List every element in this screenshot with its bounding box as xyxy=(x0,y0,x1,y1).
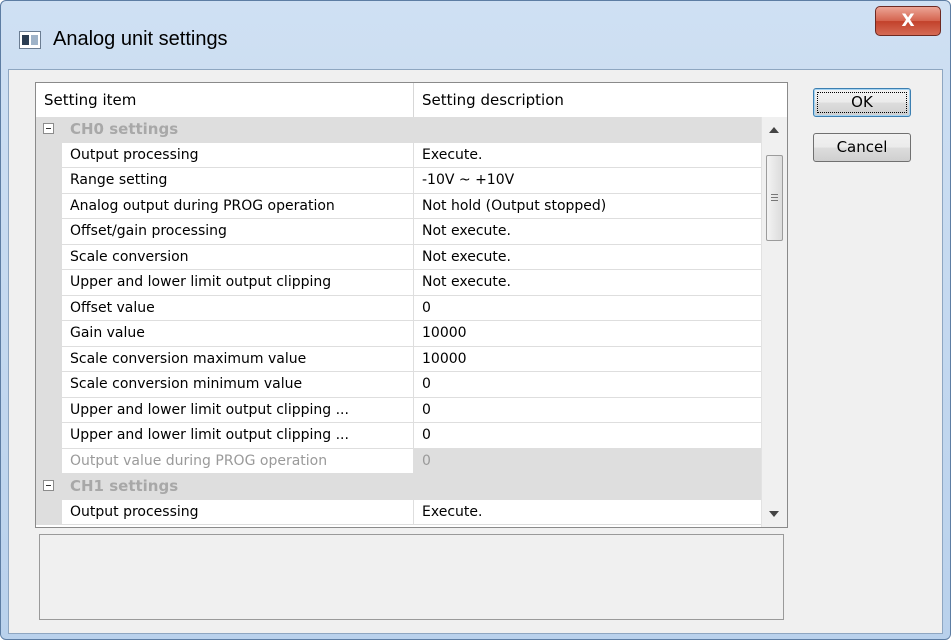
settings-grid: Setting item Setting description CH0 set… xyxy=(35,82,788,528)
title-bar[interactable]: Analog unit settings X xyxy=(1,1,950,71)
scroll-up-arrow-icon[interactable] xyxy=(769,127,779,133)
setting-item-value[interactable]: 0 xyxy=(422,427,431,443)
scroll-down-arrow-icon[interactable] xyxy=(769,511,779,517)
setting-item-value[interactable]: 10000 xyxy=(422,351,467,367)
cell-divider xyxy=(413,270,414,295)
cell-divider xyxy=(413,448,414,473)
setting-item-name: Scale conversion maximum value xyxy=(70,350,307,367)
cancel-button[interactable]: Cancel xyxy=(813,133,911,162)
setting-item-name: Output processing xyxy=(70,146,199,163)
row-gutter xyxy=(36,346,62,371)
close-button[interactable]: X xyxy=(875,6,941,36)
setting-row[interactable]: Offset/gain processing Not execute. xyxy=(36,219,761,245)
setting-item-name: Output value during PROG operation xyxy=(70,452,328,469)
window-title: Analog unit settings xyxy=(53,28,228,50)
row-gutter xyxy=(36,244,62,269)
focus-rectangle xyxy=(817,92,907,113)
grid-header: Setting item Setting description xyxy=(36,83,787,118)
group-row-ch0[interactable]: CH0 settings xyxy=(36,117,761,143)
setting-row[interactable]: Range setting -10V ~ +10V xyxy=(36,168,761,194)
row-gutter xyxy=(36,499,62,524)
setting-row[interactable]: Scale conversion minimum value 0 xyxy=(36,372,761,398)
setting-item-value[interactable]: Not execute. xyxy=(422,249,511,265)
setting-row[interactable]: Output processing Execute. xyxy=(36,142,761,168)
column-header-setting-description[interactable]: Setting description xyxy=(422,91,564,109)
cell-divider xyxy=(413,142,414,167)
row-gutter xyxy=(36,372,62,397)
setting-row[interactable]: Scale conversion maximum value 10000 xyxy=(36,346,761,372)
dialog-body: Setting item Setting description CH0 set… xyxy=(8,69,943,634)
setting-item-name: Offset/gain processing xyxy=(70,223,227,239)
vertical-scrollbar[interactable] xyxy=(761,117,787,527)
setting-item-name: Scale conversion minimum value xyxy=(70,376,303,392)
row-gutter xyxy=(36,219,62,244)
description-panel xyxy=(39,534,784,620)
row-gutter xyxy=(36,295,62,320)
row-gutter xyxy=(36,168,62,193)
group-label: CH0 settings xyxy=(70,120,179,138)
cell-divider xyxy=(413,244,414,269)
setting-row[interactable]: Output processing Execute. xyxy=(36,499,761,525)
row-gutter xyxy=(36,270,62,295)
setting-row: Output value during PROG operation 0 xyxy=(36,448,761,474)
cell-divider xyxy=(413,423,414,448)
setting-row[interactable]: Upper and lower limit output clipping ..… xyxy=(36,397,761,423)
cell-divider xyxy=(413,499,414,524)
setting-row[interactable]: Offset value 0 xyxy=(36,295,761,321)
collapse-icon[interactable] xyxy=(43,480,54,491)
cancel-button-label: Cancel xyxy=(836,138,888,156)
collapse-icon[interactable] xyxy=(43,123,54,134)
setting-item-value[interactable]: Execute. xyxy=(422,504,482,520)
disabled-value-background xyxy=(414,448,761,473)
group-row-ch1[interactable]: CH1 settings xyxy=(36,474,761,500)
setting-item-value[interactable]: 0 xyxy=(422,402,431,418)
row-gutter xyxy=(36,142,62,167)
row-gutter xyxy=(36,321,62,346)
row-gutter xyxy=(36,448,62,473)
app-icon xyxy=(19,31,41,49)
setting-item-value[interactable]: Execute. xyxy=(422,147,482,163)
group-label: CH1 settings xyxy=(70,477,179,495)
ok-button[interactable]: OK xyxy=(813,88,911,117)
setting-item-name: Gain value xyxy=(70,325,145,341)
setting-item-value[interactable]: Not execute. xyxy=(422,223,511,239)
setting-item-value[interactable]: -10V ~ +10V xyxy=(422,172,514,188)
scrollbar-thumb[interactable] xyxy=(766,155,783,241)
setting-item-value[interactable]: Not hold (Output stopped) xyxy=(422,198,606,214)
column-header-setting-item[interactable]: Setting item xyxy=(44,91,136,109)
setting-item-name: Upper and lower limit output clipping ..… xyxy=(70,427,349,443)
setting-item-value: 0 xyxy=(422,452,431,469)
setting-item-name: Upper and lower limit output clipping xyxy=(70,274,332,290)
setting-item-name: Offset value xyxy=(70,299,155,316)
setting-item-value[interactable]: 10000 xyxy=(422,325,467,341)
cell-divider xyxy=(413,372,414,397)
setting-item-name: Output processing xyxy=(70,503,199,520)
row-gutter xyxy=(36,423,62,448)
row-gutter xyxy=(36,193,62,218)
cell-divider xyxy=(413,346,414,371)
cell-divider xyxy=(413,295,414,320)
cell-divider xyxy=(413,219,414,244)
column-divider[interactable] xyxy=(413,83,414,117)
cell-divider xyxy=(413,321,414,346)
setting-row[interactable]: Gain value 10000 xyxy=(36,321,761,347)
setting-item-value[interactable]: 0 xyxy=(422,300,431,316)
setting-row[interactable]: Analog output during PROG operation Not h… xyxy=(36,193,761,219)
cell-divider xyxy=(413,397,414,422)
cell-divider xyxy=(413,193,414,218)
setting-item-name: Range setting xyxy=(70,172,168,188)
setting-row[interactable]: Upper and lower limit output clipping Not… xyxy=(36,270,761,296)
setting-row[interactable]: Upper and lower limit output clipping ..… xyxy=(36,423,761,449)
setting-item-name: Scale conversion xyxy=(70,248,189,265)
setting-item-value[interactable]: 0 xyxy=(422,376,431,392)
row-gutter xyxy=(36,397,62,422)
setting-item-name: Analog output during PROG operation xyxy=(70,197,335,214)
setting-item-value[interactable]: Not execute. xyxy=(422,274,511,290)
cell-divider xyxy=(413,168,414,193)
grid-rows: CH0 settings Output processing Execute. Ra… xyxy=(36,117,761,527)
dialog-window: Analog unit settings X Setting item Sett… xyxy=(0,0,951,640)
setting-row[interactable]: Scale conversion Not execute. xyxy=(36,244,761,270)
setting-item-name: Upper and lower limit output clipping ..… xyxy=(70,401,349,418)
grip-icon xyxy=(771,194,778,195)
